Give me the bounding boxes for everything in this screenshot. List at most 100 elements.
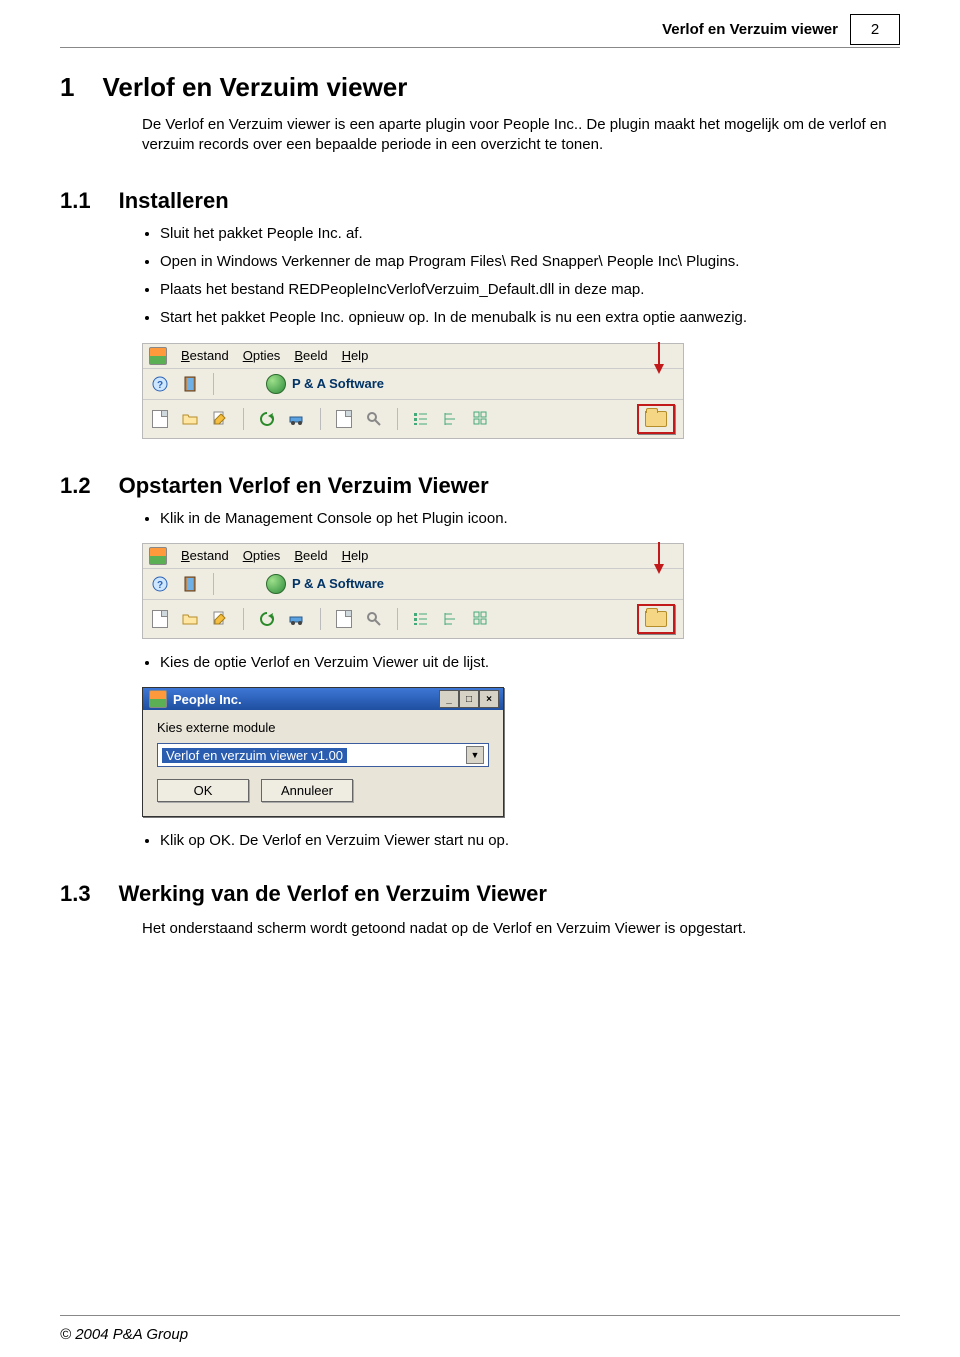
minimize-button[interactable]: _ [439,690,459,708]
help-icon[interactable]: ? [149,573,171,595]
menu-help[interactable]: Help [342,548,369,563]
toolbar-row-2 [143,600,683,638]
intro-paragraph: De Verlof en Verzuim viewer is een apart… [142,115,900,156]
globe-icon [266,374,286,394]
toolbar-separator [320,608,321,630]
svg-text:?: ? [157,580,163,591]
toolbar-row-1: ? P & A Software [143,569,683,600]
menu-beeld[interactable]: Beeld [294,348,327,363]
tree-view-icon[interactable] [440,608,462,630]
heading-1-2-number: 1.2 [60,473,91,499]
toolbar-separator [213,373,214,395]
plugin-folder-icon [645,411,667,427]
heading-1-2: 1.2 Opstarten Verlof en Verzuim Viewer [60,453,900,499]
bullet-item: Sluit het pakket People Inc. af. [160,224,900,244]
menu-bar: Bestand Opties Beeld Help [143,544,683,569]
heading-1-1: 1.1 Installeren [60,168,900,214]
plugin-button[interactable] [637,604,675,634]
start-bullets-3: Klik op OK. De Verlof en Verzuim Viewer … [142,831,900,851]
menu-bestand[interactable]: BBestandestand [181,348,229,363]
toolbar-separator [397,408,398,430]
copyright: © 2004 P&A Group [60,1326,188,1343]
new-doc-icon[interactable] [149,408,171,430]
select-value: Verlof en verzuim viewer v1.00 [162,748,347,763]
footer-rule [60,1315,900,1316]
open-folder-icon[interactable] [179,608,201,630]
heading-1-3-title: Werking van de Verlof en Verzuim Viewer [119,881,547,907]
heading-1-3: 1.3 Werking van de Verlof en Verzuim Vie… [60,861,900,907]
brand-label: P & A Software [266,574,384,594]
heading-1-3-number: 1.3 [60,881,91,907]
app-icon [149,347,167,365]
menu-help[interactable]: Help [342,348,369,363]
refresh-icon[interactable] [256,608,278,630]
chevron-down-icon[interactable]: ▼ [466,746,484,764]
search-icon[interactable] [363,608,385,630]
heading-1-2-title: Opstarten Verlof en Verzuim Viewer [119,473,489,499]
vehicle-icon[interactable] [286,408,308,430]
brand-text: P & A Software [292,376,384,391]
refresh-icon[interactable] [256,408,278,430]
cancel-button[interactable]: Annuleer [261,779,353,802]
open-folder-icon[interactable] [179,408,201,430]
toolbar-row-1: ? P & A Software [143,369,683,400]
close-button[interactable]: × [479,690,499,708]
vehicle-icon[interactable] [286,608,308,630]
heading-1-number: 1 [60,72,74,103]
edit-icon[interactable] [209,608,231,630]
menu-beeld[interactable]: Beeld [294,548,327,563]
toolbar-separator [243,608,244,630]
app-icon [149,547,167,565]
heading-1: 1 Verlof en Verzuim viewer [60,72,900,103]
tree-view-icon[interactable] [440,408,462,430]
plugin-folder-icon [645,611,667,627]
page-footer: © 2004 P&A Group [60,1326,188,1343]
brand-text: P & A Software [292,576,384,591]
install-bullets: Sluit het pakket People Inc. af. Open in… [142,224,900,329]
bullet-item: Klik in de Management Console op het Plu… [160,509,900,529]
help-icon[interactable]: ? [149,373,171,395]
search-icon[interactable] [363,408,385,430]
menu-bar: BBestandestand Opties Beeld Help [143,344,683,369]
new-doc-icon[interactable] [149,608,171,630]
edit-icon[interactable] [209,408,231,430]
door-icon[interactable] [179,373,201,395]
header-rule [60,47,900,48]
toolbar-screenshot: BBestandestand Opties Beeld Help ? P & A… [142,343,684,439]
start-bullets-2: Kies de optie Verlof en Verzuim Viewer u… [142,653,900,673]
list-view-icon[interactable] [410,608,432,630]
callout-arrow-icon [653,542,665,577]
module-dialog: People Inc. _ □ × Kies externe module Ve… [142,687,504,817]
toolbar-separator [243,408,244,430]
menu-bestand[interactable]: Bestand [181,548,229,563]
bullet-item: Kies de optie Verlof en Verzuim Viewer u… [160,653,900,673]
doc-help-icon[interactable] [333,608,355,630]
grid-view-icon[interactable] [470,408,492,430]
menu-opties[interactable]: Opties [243,348,281,363]
list-view-icon[interactable] [410,408,432,430]
start-bullets-1: Klik in de Management Console op het Plu… [142,509,900,529]
app-icon [149,690,167,708]
module-select[interactable]: Verlof en verzuim viewer v1.00 ▼ [157,743,489,767]
plugin-button[interactable] [637,404,675,434]
grid-view-icon[interactable] [470,608,492,630]
dialog-titlebar: People Inc. _ □ × [143,688,503,710]
brand-label: P & A Software [266,374,384,394]
bullet-item: Klik op OK. De Verlof en Verzuim Viewer … [160,831,900,851]
door-icon[interactable] [179,573,201,595]
dialog-title: People Inc. [173,692,242,707]
toolbar-separator [320,408,321,430]
toolbar-separator [213,573,214,595]
doc-help-icon[interactable] [333,408,355,430]
callout-arrow-icon [653,342,665,377]
bullet-item: Plaats het bestand REDPeopleIncVerlofVer… [160,280,900,300]
heading-1-1-title: Installeren [119,188,229,214]
svg-text:?: ? [157,380,163,391]
menu-opties[interactable]: Opties [243,548,281,563]
ok-button[interactable]: OK [157,779,249,802]
toolbar-row-2 [143,400,683,438]
maximize-button[interactable]: □ [459,690,479,708]
dialog-label: Kies externe module [157,720,489,735]
heading-1-1-number: 1.1 [60,188,91,214]
heading-1-title: Verlof en Verzuim viewer [102,72,407,103]
